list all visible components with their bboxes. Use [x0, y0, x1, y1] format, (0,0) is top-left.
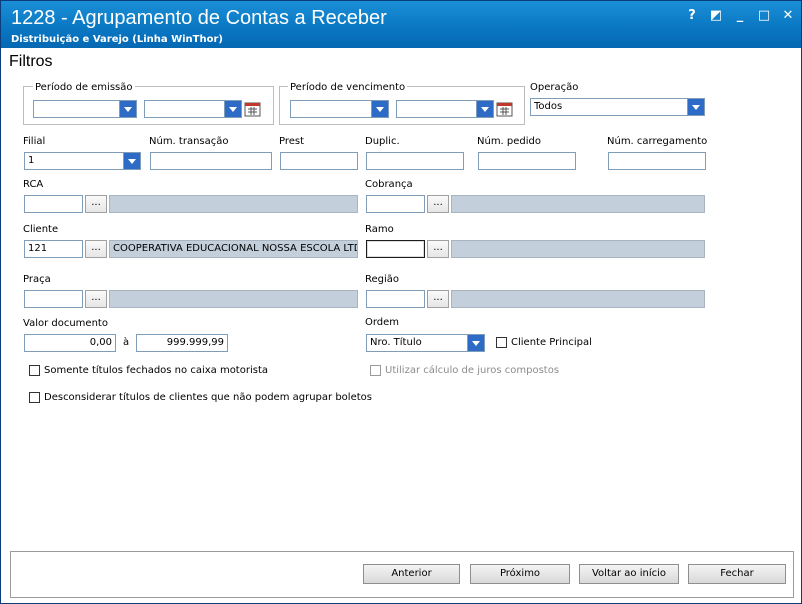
valor-documento-separator: à [123, 337, 130, 348]
window-subtitle: Distribuição e Varejo (Linha WinThor) [11, 34, 223, 45]
praca-label: Praça [23, 274, 51, 285]
cobranca-description [451, 195, 705, 213]
cliente-code-input[interactable]: 121 [24, 240, 83, 258]
periodo-emissao-to[interactable] [144, 100, 242, 118]
valor-documento-from-input[interactable]: 0,00 [24, 334, 116, 352]
ramo-label: Ramo [365, 224, 394, 235]
duplic-label: Duplic. [365, 136, 400, 147]
desconsiderar-label: Desconsiderar títulos de clientes que nã… [44, 392, 372, 403]
ramo-search-button[interactable]: ... [427, 240, 449, 258]
num-carregamento-input[interactable] [608, 152, 706, 170]
num-pedido-input[interactable] [478, 152, 576, 170]
restore-layout-icon[interactable]: ◩ [709, 9, 723, 23]
somente-fechados-label: Somente títulos fechados no caixa motori… [44, 365, 268, 376]
regiao-label: Região [365, 274, 400, 285]
cliente-label: Cliente [23, 224, 59, 235]
cliente-principal-label: Cliente Principal [511, 337, 592, 348]
prest-label: Prest [279, 136, 305, 147]
num-transacao-input[interactable] [150, 152, 272, 170]
operacao-label: Operação [530, 82, 579, 93]
proximo-button[interactable]: Próximo [470, 564, 570, 584]
cliente-search-button[interactable]: ... [85, 240, 107, 258]
praca-description [109, 290, 358, 308]
window-title: 1228 - Agrupamento de Contas a Receber [11, 7, 387, 29]
regiao-code-input[interactable] [366, 290, 425, 308]
somente-fechados-checkbox[interactable]: Somente títulos fechados no caixa motori… [29, 365, 268, 376]
cliente-principal-checkbox[interactable]: Cliente Principal [496, 337, 592, 348]
app-window: 1228 - Agrupamento de Contas a Receber D… [0, 0, 802, 604]
num-transacao-label: Núm. transação [149, 136, 229, 147]
ordem-label: Ordem [365, 317, 400, 328]
praca-search-button[interactable]: ... [85, 290, 107, 308]
filial-label: Filial [23, 136, 46, 147]
checkbox-box[interactable] [29, 392, 40, 403]
anterior-button[interactable]: Anterior [363, 564, 460, 584]
filial-select[interactable]: 1 [24, 152, 141, 170]
valor-documento-to-input[interactable]: 999.999,99 [136, 334, 228, 352]
periodo-emissao-from[interactable] [33, 100, 137, 118]
regiao-search-button[interactable]: ... [427, 290, 449, 308]
cobranca-search-button[interactable]: ... [427, 195, 449, 213]
regiao-description [451, 290, 705, 308]
rca-code-input[interactable] [24, 195, 83, 213]
ramo-description [451, 240, 705, 258]
window-controls: ? ◩ _ □ ✕ [685, 9, 795, 23]
chevron-down-icon[interactable] [467, 335, 484, 351]
fechar-button[interactable]: Fechar [688, 564, 786, 584]
periodo-emissao-label: Período de emissão [33, 82, 135, 93]
voltar-inicio-button[interactable]: Voltar ao início [579, 564, 679, 584]
prest-input[interactable] [280, 152, 358, 170]
checkbox-box[interactable] [29, 365, 40, 376]
valor-documento-label: Valor documento [23, 318, 108, 329]
juros-compostos-checkbox: Utilizar cálculo de juros compostos [370, 365, 559, 376]
chevron-down-icon[interactable] [476, 101, 493, 117]
duplic-input[interactable] [366, 152, 464, 170]
section-title: Filtros [9, 53, 53, 70]
cobranca-code-input[interactable] [366, 195, 425, 213]
ordem-select[interactable]: Nro. Título [366, 334, 485, 352]
num-pedido-label: Núm. pedido [477, 136, 542, 147]
periodo-vencimento-from[interactable] [290, 100, 389, 118]
periodo-vencimento-to[interactable] [396, 100, 494, 118]
cobranca-label: Cobrança [365, 179, 413, 190]
maximize-icon[interactable]: □ [757, 9, 771, 23]
rca-description [109, 195, 358, 213]
praca-code-input[interactable] [24, 290, 83, 308]
rca-search-button[interactable]: ... [85, 195, 107, 213]
num-carregamento-label: Núm. carregamento [607, 136, 708, 147]
minimize-icon[interactable]: _ [733, 9, 747, 23]
rca-label: RCA [23, 179, 44, 190]
chevron-down-icon[interactable] [119, 101, 136, 117]
chevron-down-icon[interactable] [371, 101, 388, 117]
chevron-down-icon[interactable] [123, 153, 140, 169]
calendar-icon[interactable] [496, 101, 513, 117]
title-bar: 1228 - Agrupamento de Contas a Receber D… [1, 1, 801, 48]
periodo-vencimento-label: Período de vencimento [288, 82, 408, 93]
chevron-down-icon[interactable] [687, 99, 704, 115]
help-icon[interactable]: ? [685, 9, 699, 23]
checkbox-box[interactable] [496, 337, 507, 348]
close-icon[interactable]: ✕ [781, 9, 795, 23]
cliente-description: COOPERATIVA EDUCACIONAL NOSSA ESCOLA LTD… [109, 240, 358, 258]
chevron-down-icon[interactable] [224, 101, 241, 117]
ramo-code-input[interactable] [366, 240, 425, 258]
checkbox-box [370, 365, 381, 376]
operacao-select[interactable]: Todos [530, 98, 705, 116]
desconsiderar-checkbox[interactable]: Desconsiderar títulos de clientes que nã… [29, 392, 372, 403]
juros-compostos-label: Utilizar cálculo de juros compostos [385, 365, 560, 376]
filters-panel: Filtros Período de emissão Período de ve… [2, 48, 800, 602]
calendar-icon[interactable] [244, 101, 261, 117]
